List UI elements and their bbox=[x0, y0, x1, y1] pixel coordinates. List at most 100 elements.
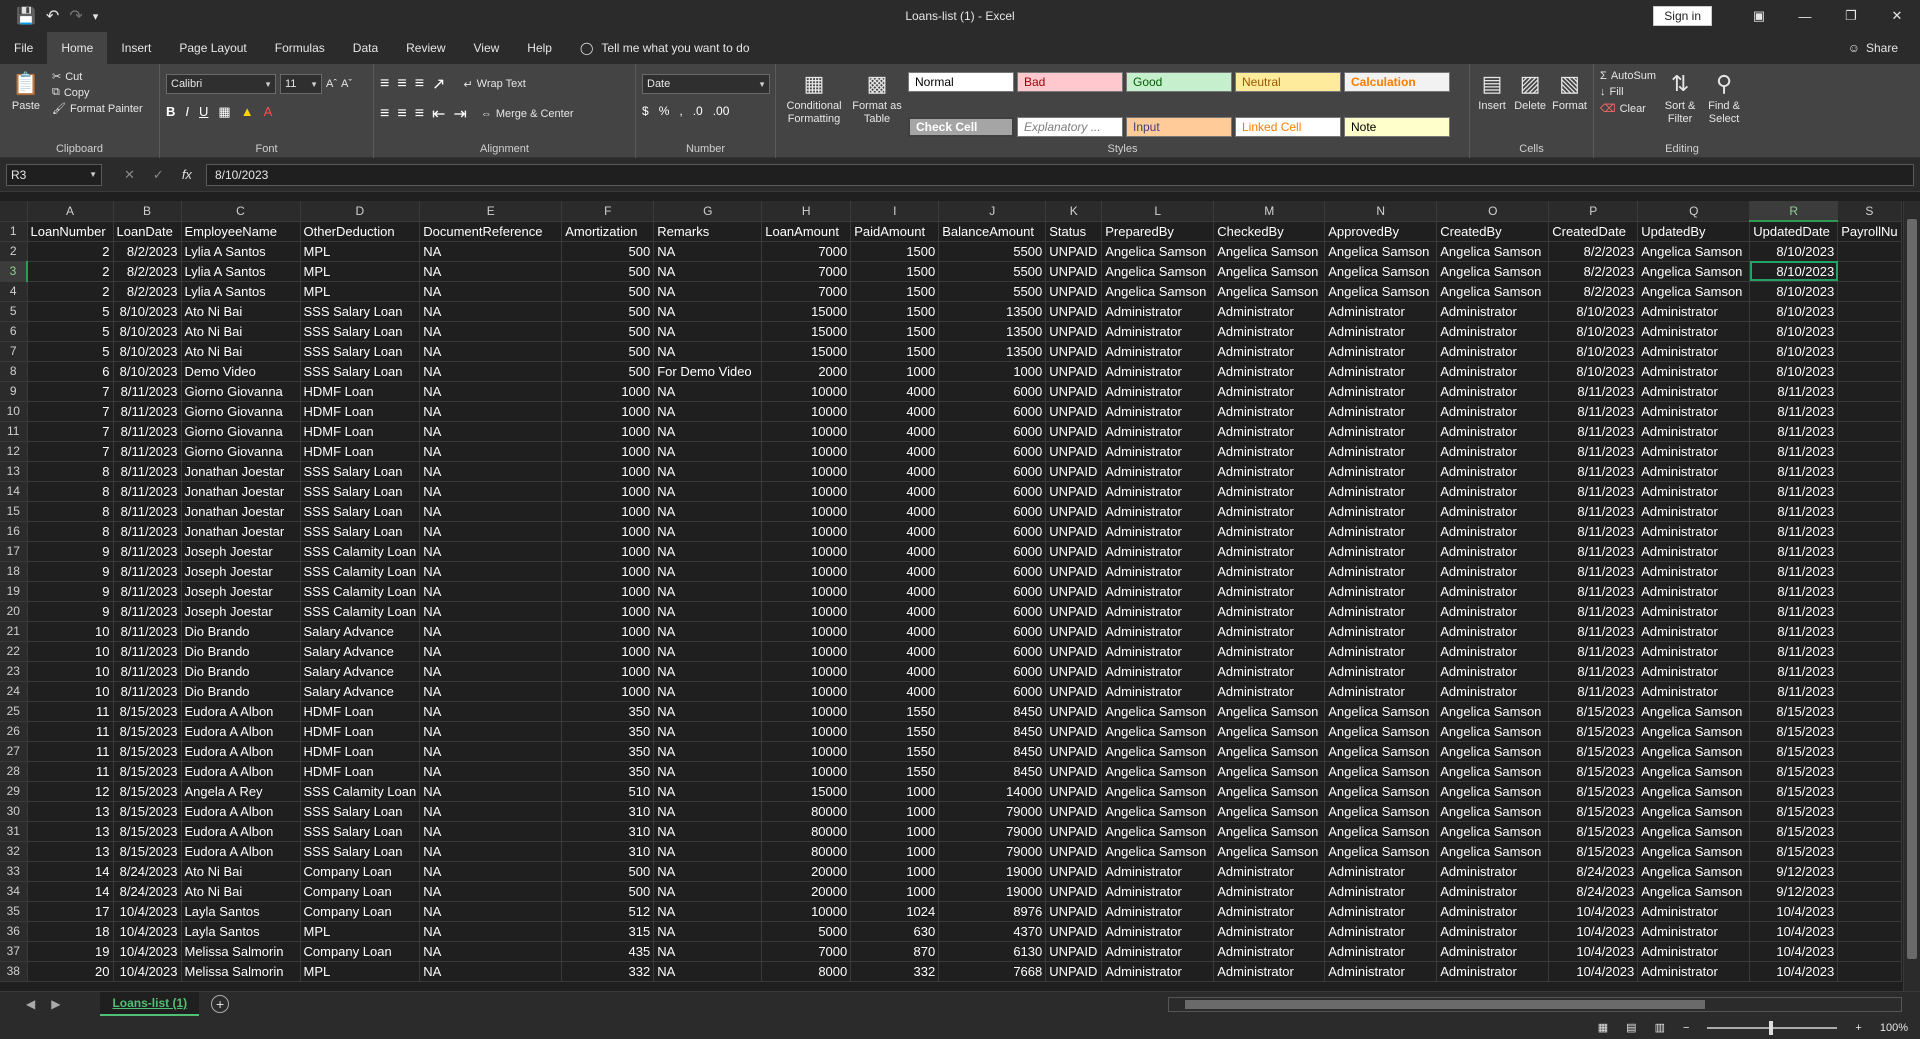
cell[interactable]: NA bbox=[419, 361, 563, 382]
cell[interactable]: 8/15/2023 bbox=[1548, 721, 1639, 742]
tab-insert[interactable]: Insert bbox=[107, 32, 165, 64]
cell[interactable]: Administrator bbox=[1213, 941, 1326, 962]
cut-button[interactable]: ✂ Cut bbox=[52, 70, 143, 84]
cell[interactable]: 10 bbox=[27, 661, 114, 682]
cell[interactable]: Administrator bbox=[1324, 541, 1438, 562]
row-header[interactable]: 18 bbox=[0, 561, 28, 582]
row-header[interactable]: 7 bbox=[0, 341, 28, 362]
cell[interactable]: UNPAID bbox=[1045, 461, 1103, 482]
cell[interactable] bbox=[1837, 241, 1902, 262]
cell[interactable]: Angelica Samson bbox=[1436, 701, 1550, 722]
cell[interactable]: 10/4/2023 bbox=[1548, 921, 1639, 942]
cell[interactable] bbox=[1837, 821, 1902, 842]
cell[interactable]: NA bbox=[653, 881, 763, 902]
cell[interactable]: 1000 bbox=[850, 801, 940, 822]
cell[interactable]: NA bbox=[653, 321, 763, 342]
cell[interactable] bbox=[1837, 961, 1902, 982]
cell[interactable]: 10000 bbox=[761, 501, 852, 522]
cell[interactable]: Administrator bbox=[1213, 321, 1326, 342]
cell[interactable]: 350 bbox=[561, 741, 655, 762]
cell[interactable]: Angelica Samson bbox=[1213, 841, 1326, 862]
cell[interactable]: 8/11/2023 bbox=[1749, 661, 1839, 682]
cell[interactable]: 6000 bbox=[938, 661, 1047, 682]
cell[interactable]: 10000 bbox=[761, 661, 852, 682]
sign-in-button[interactable]: Sign in bbox=[1653, 6, 1712, 26]
cell[interactable]: NA bbox=[419, 761, 563, 782]
cell[interactable]: 8/11/2023 bbox=[1548, 581, 1639, 602]
cell[interactable]: SSS Salary Loan bbox=[300, 801, 421, 822]
cell[interactable] bbox=[1837, 721, 1902, 742]
tab-file[interactable]: File bbox=[0, 32, 47, 64]
cell[interactable]: Administrator bbox=[1637, 621, 1751, 642]
cell[interactable]: UNPAID bbox=[1045, 241, 1103, 262]
column-title-cell[interactable]: PreparedBy bbox=[1101, 221, 1215, 242]
cell[interactable]: 8/15/2023 bbox=[1548, 781, 1639, 802]
row-header[interactable]: 16 bbox=[0, 521, 28, 542]
cell[interactable]: Administrator bbox=[1324, 421, 1438, 442]
cell[interactable]: Administrator bbox=[1436, 581, 1550, 602]
cell[interactable]: 310 bbox=[561, 821, 655, 842]
column-header-k[interactable]: K bbox=[1045, 201, 1103, 222]
cell[interactable]: 8/15/2023 bbox=[1548, 841, 1639, 862]
cell[interactable]: Administrator bbox=[1436, 861, 1550, 882]
cell[interactable]: 8/11/2023 bbox=[1548, 421, 1639, 442]
cell[interactable]: 8450 bbox=[938, 721, 1047, 742]
cell[interactable]: 9/12/2023 bbox=[1749, 861, 1839, 882]
row-header[interactable]: 36 bbox=[0, 921, 28, 942]
cell[interactable]: 8 bbox=[27, 481, 114, 502]
cell[interactable]: NA bbox=[653, 821, 763, 842]
cell[interactable] bbox=[1837, 421, 1902, 442]
cell[interactable]: HDMF Loan bbox=[300, 721, 421, 742]
cell[interactable]: NA bbox=[419, 741, 563, 762]
cell[interactable]: 350 bbox=[561, 761, 655, 782]
cell[interactable]: 6000 bbox=[938, 441, 1047, 462]
cell[interactable]: 6000 bbox=[938, 581, 1047, 602]
normal-view-icon[interactable]: ▦ bbox=[1598, 1021, 1608, 1034]
cell[interactable]: UNPAID bbox=[1045, 681, 1103, 702]
cell[interactable]: 8/11/2023 bbox=[1548, 661, 1639, 682]
cell[interactable]: Angelica Samson bbox=[1324, 841, 1438, 862]
tab-page-layout[interactable]: Page Layout bbox=[165, 32, 260, 64]
cell[interactable]: 8/11/2023 bbox=[113, 581, 182, 602]
tab-help[interactable]: Help bbox=[513, 32, 566, 64]
cell[interactable]: Administrator bbox=[1324, 561, 1438, 582]
cell[interactable]: 6000 bbox=[938, 541, 1047, 562]
style-neutral[interactable]: Neutral bbox=[1235, 72, 1341, 92]
column-title-cell[interactable]: LoanDate bbox=[113, 221, 182, 242]
cell[interactable]: UNPAID bbox=[1045, 361, 1103, 382]
cell[interactable]: NA bbox=[653, 761, 763, 782]
cell[interactable]: Lylia A Santos bbox=[181, 281, 301, 302]
cell[interactable]: Angelica Samson bbox=[1436, 781, 1550, 802]
copy-button[interactable]: ⧉ Copy bbox=[52, 86, 143, 99]
cell[interactable]: 4000 bbox=[850, 661, 940, 682]
cell[interactable]: Dio Brando bbox=[181, 681, 301, 702]
cell[interactable] bbox=[1837, 901, 1902, 922]
cell[interactable]: 8/11/2023 bbox=[1749, 461, 1839, 482]
cell[interactable]: 1000 bbox=[850, 861, 940, 882]
cell[interactable]: HDMF Loan bbox=[300, 381, 421, 402]
cell[interactable]: 8/15/2023 bbox=[1749, 801, 1839, 822]
cell[interactable]: 8/11/2023 bbox=[1548, 681, 1639, 702]
cell[interactable]: 4000 bbox=[850, 441, 940, 462]
cell[interactable]: 8/11/2023 bbox=[1548, 561, 1639, 582]
cell[interactable]: Melissa Salmorin bbox=[181, 961, 301, 982]
cell[interactable]: Eudora A Albon bbox=[181, 761, 301, 782]
style-note[interactable]: Note bbox=[1344, 117, 1450, 137]
cell[interactable]: NA bbox=[653, 621, 763, 642]
cell[interactable]: Administrator bbox=[1213, 581, 1326, 602]
cell[interactable]: 4000 bbox=[850, 541, 940, 562]
cell[interactable]: 4000 bbox=[850, 461, 940, 482]
cell[interactable]: Administrator bbox=[1324, 481, 1438, 502]
cell[interactable]: 500 bbox=[561, 301, 655, 322]
name-box[interactable]: R3 ▼ bbox=[6, 163, 102, 186]
minimize-icon[interactable]: — bbox=[1782, 0, 1828, 32]
cell[interactable]: Administrator bbox=[1324, 301, 1438, 322]
zoom-slider[interactable] bbox=[1707, 1020, 1838, 1035]
cell[interactable]: 8/2/2023 bbox=[113, 281, 182, 302]
cell[interactable]: 8/11/2023 bbox=[1749, 561, 1839, 582]
row-header[interactable]: 37 bbox=[0, 941, 28, 962]
cell[interactable]: 9 bbox=[27, 541, 114, 562]
cell[interactable]: Administrator bbox=[1324, 621, 1438, 642]
cell[interactable]: Angelica Samson bbox=[1101, 781, 1215, 802]
cell[interactable]: 8/10/2023 bbox=[1749, 341, 1839, 362]
